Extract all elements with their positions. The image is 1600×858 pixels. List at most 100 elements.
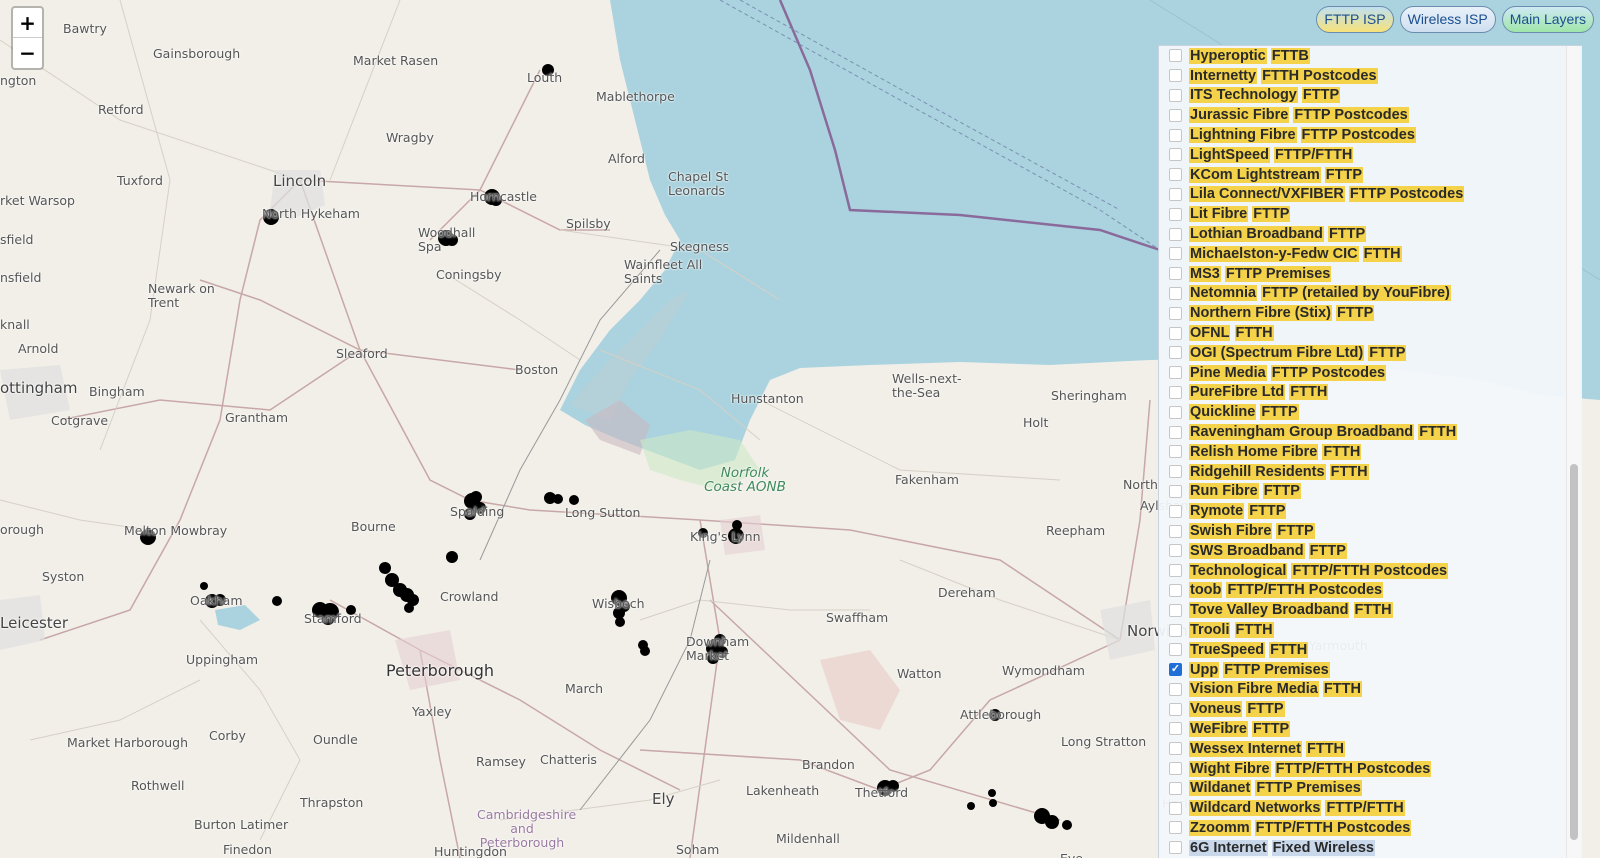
layer-row[interactable]: Zzoomm FTTP/FTTH Postcodes (1159, 818, 1565, 838)
tab-fttp-isp[interactable]: FTTP ISP (1316, 6, 1394, 33)
layer-label[interactable]: Trooli FTTH (1189, 622, 1274, 638)
layer-row[interactable]: KCom Lightstream FTTP (1159, 165, 1565, 185)
layer-row[interactable]: Lit Fibre FTTP (1159, 204, 1565, 224)
layer-checkbox[interactable] (1169, 425, 1182, 439)
layer-row[interactable]: WeFibre FTTP (1159, 719, 1565, 739)
layer-checkbox[interactable] (1169, 583, 1182, 597)
layer-checkbox[interactable] (1169, 148, 1182, 162)
layer-label[interactable]: Rymote FTTP (1189, 503, 1287, 520)
layer-checkbox[interactable] (1169, 544, 1182, 558)
layer-row[interactable]: Lightning Fibre FTTP Postcodes (1159, 125, 1565, 145)
tab-wireless-isp[interactable]: Wireless ISP (1399, 6, 1496, 33)
layer-row[interactable]: Swish Fibre FTTP (1159, 521, 1565, 541)
layer-checkbox[interactable] (1169, 643, 1182, 657)
layer-label[interactable]: Wildcard Networks FTTP/FTTH (1189, 800, 1405, 817)
layer-row[interactable]: toob FTTP/FTTH Postcodes (1159, 581, 1565, 601)
layer-label[interactable]: OGI (Spectrum Fibre Ltd) FTTP (1189, 344, 1407, 361)
layer-label[interactable]: Ridgehill Residents FTTH (1189, 463, 1369, 480)
layer-label[interactable]: Pine Media FTTP Postcodes (1189, 364, 1387, 381)
layer-row[interactable]: Voneus FTTP (1159, 699, 1565, 719)
layer-label[interactable]: Michaelston-y-Fedw CIC FTTH (1189, 245, 1402, 262)
zoom-in-button[interactable]: + (13, 8, 42, 38)
layer-checkbox[interactable]: ✓ (1169, 663, 1182, 677)
layer-row[interactable]: Raveningham Group Broadband FTTH (1159, 422, 1565, 442)
layer-label[interactable]: WeFibre FTTP (1189, 720, 1291, 737)
layer-label[interactable]: Voneus FTTP (1189, 701, 1285, 718)
layer-checkbox[interactable] (1169, 49, 1182, 63)
layer-checkbox[interactable] (1169, 385, 1182, 399)
layer-label[interactable]: Quickline FTTP (1189, 404, 1299, 421)
layer-label[interactable]: toob FTTP/FTTH Postcodes (1189, 582, 1384, 599)
layer-label[interactable]: TrueSpeed FTTH (1189, 641, 1309, 658)
layer-label[interactable]: Jurassic Fibre FTTP Postcodes (1189, 107, 1409, 124)
layer-label[interactable]: Technological FTTP/FTTH Postcodes (1189, 562, 1449, 579)
layer-label[interactable]: Tove Valley Broadband FTTH (1189, 602, 1393, 619)
layer-label[interactable]: Lightning Fibre FTTP Postcodes (1189, 127, 1416, 144)
layer-row[interactable]: Lothian Broadband FTTP (1159, 224, 1565, 244)
tab-main-layers[interactable]: Main Layers (1501, 6, 1594, 33)
layer-label[interactable]: Relish Home Fibre FTTH (1189, 443, 1362, 460)
layer-checkbox[interactable] (1169, 187, 1182, 201)
layer-checkbox[interactable] (1169, 564, 1182, 578)
layer-row[interactable]: LightSpeed FTTP/FTTH (1159, 145, 1565, 165)
layer-row[interactable]: Wight Fibre FTTP/FTTH Postcodes (1159, 759, 1565, 779)
layer-label[interactable]: Swish Fibre FTTP (1189, 523, 1315, 540)
layer-row[interactable]: Wildcard Networks FTTP/FTTH (1159, 798, 1565, 818)
layer-label[interactable]: Hyperoptic FTTB (1189, 47, 1310, 64)
layer-checkbox[interactable] (1169, 69, 1182, 83)
layer-label[interactable]: LightSpeed FTTP/FTTH (1189, 146, 1354, 163)
layer-row[interactable]: Trooli FTTH (1159, 620, 1565, 640)
layer-label[interactable]: MS3 FTTP Premises (1189, 265, 1332, 282)
layer-row[interactable]: Netomnia FTTP (retailed by YouFibre) (1159, 284, 1565, 304)
layer-row[interactable]: Tove Valley Broadband FTTH (1159, 600, 1565, 620)
layer-label[interactable]: OFNL FTTH (1189, 325, 1274, 342)
layer-checkbox[interactable] (1169, 247, 1182, 261)
layer-checkbox[interactable] (1169, 742, 1182, 756)
layer-row[interactable]: OGI (Spectrum Fibre Ltd) FTTP (1159, 343, 1565, 363)
layer-label[interactable]: Run Fibre FTTP (1189, 483, 1301, 500)
layer-checkbox[interactable] (1169, 682, 1182, 696)
zoom-out-button[interactable]: − (13, 38, 42, 68)
layer-row[interactable]: Rymote FTTP (1159, 501, 1565, 521)
layer-checkbox[interactable] (1169, 484, 1182, 498)
layer-row[interactable]: Run Fibre FTTP (1159, 482, 1565, 502)
layer-row[interactable]: ✓ Upp FTTP Premises (1159, 660, 1565, 680)
layer-checkbox[interactable] (1169, 88, 1182, 102)
layer-checkbox[interactable] (1169, 128, 1182, 142)
layer-row[interactable]: Relish Home Fibre FTTH (1159, 442, 1565, 462)
layer-checkbox[interactable] (1169, 108, 1182, 122)
layer-row[interactable]: Northern Fibre (Stix) FTTP (1159, 303, 1565, 323)
layer-checkbox[interactable] (1169, 168, 1182, 182)
layer-row[interactable]: TrueSpeed FTTH (1159, 640, 1565, 660)
layer-checkbox[interactable] (1169, 326, 1182, 340)
layer-checkbox[interactable] (1169, 524, 1182, 538)
layer-checkbox[interactable] (1169, 603, 1182, 617)
layer-row[interactable]: Hyperoptic FTTB (1159, 46, 1565, 66)
layer-checkbox[interactable] (1169, 762, 1182, 776)
layer-checkbox[interactable] (1169, 702, 1182, 716)
layer-label[interactable]: Upp FTTP Premises (1189, 661, 1330, 678)
layer-row[interactable]: Internetty FTTH Postcodes (1159, 66, 1565, 86)
layer-checkbox[interactable] (1169, 623, 1182, 637)
layer-row[interactable]: Quickline FTTP (1159, 402, 1565, 422)
layer-checkbox[interactable] (1169, 504, 1182, 518)
layer-label[interactable]: Lothian Broadband FTTP (1189, 226, 1367, 243)
layer-checkbox[interactable] (1169, 445, 1182, 459)
layer-checkbox[interactable] (1169, 346, 1182, 360)
layer-row[interactable]: 6G Internet Fixed Wireless (1159, 838, 1565, 858)
layer-checkbox[interactable] (1169, 821, 1182, 835)
layer-row[interactable]: Technological FTTP/FTTH Postcodes (1159, 561, 1565, 581)
scrollbar-thumb[interactable] (1570, 464, 1578, 840)
layer-row[interactable]: Lila Connect/VXFIBER FTTP Postcodes (1159, 185, 1565, 205)
layer-checkbox[interactable] (1169, 801, 1182, 815)
layer-label[interactable]: Wildanet FTTP Premises (1189, 780, 1362, 797)
layer-label[interactable]: Northern Fibre (Stix) FTTP (1189, 305, 1375, 322)
layer-checkbox[interactable] (1169, 207, 1182, 221)
layer-checkbox[interactable] (1169, 781, 1182, 795)
layer-label[interactable]: Raveningham Group Broadband FTTH (1189, 424, 1458, 441)
layer-label[interactable]: Wessex Internet FTTH (1189, 740, 1346, 757)
layer-label[interactable]: Lit Fibre FTTP (1189, 206, 1291, 223)
layer-checkbox[interactable] (1169, 227, 1182, 241)
layer-row[interactable]: OFNL FTTH (1159, 323, 1565, 343)
layer-label[interactable]: PureFibre Ltd FTTH (1189, 384, 1329, 401)
